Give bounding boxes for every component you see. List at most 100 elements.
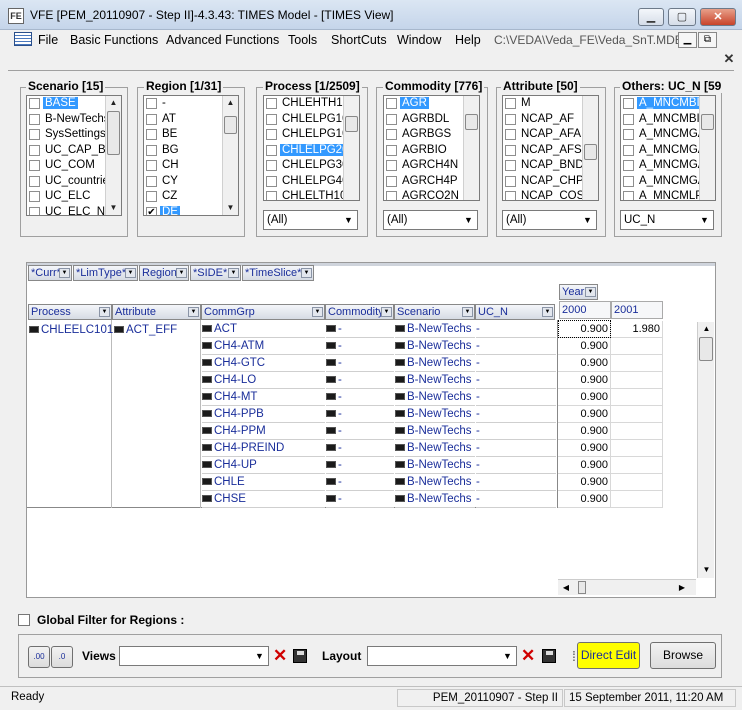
checkbox[interactable] (29, 160, 40, 171)
checkbox[interactable] (266, 144, 277, 156)
commgrp-cell[interactable]: CH4-PPB (202, 406, 325, 423)
value-cell-2000[interactable]: 0.900 (558, 491, 611, 508)
value-cell-2001[interactable] (611, 491, 663, 508)
checkbox[interactable] (623, 191, 634, 200)
checkbox[interactable] (623, 160, 634, 171)
value-cell-2000[interactable]: 0.900 (558, 389, 611, 406)
checkbox[interactable] (266, 191, 277, 200)
checkbox[interactable] (29, 144, 40, 156)
commgrp-cell[interactable]: CH4-MT (202, 389, 325, 406)
menu-basic-functions[interactable]: Basic Functions (70, 33, 158, 47)
commgrp-cell[interactable]: CHLE (202, 474, 325, 491)
filter-field-header[interactable]: *LimType* ▼ (73, 265, 138, 281)
checkbox[interactable] (29, 129, 40, 140)
checkbox[interactable] (623, 175, 634, 187)
collapse-icon[interactable] (326, 410, 336, 418)
filter-field-header[interactable]: Region ▼ (139, 265, 189, 281)
filter-field-header[interactable]: *SIDE* ▼ (190, 265, 241, 281)
collapse-icon[interactable] (202, 376, 212, 384)
row-field-header[interactable]: Process ▼ (28, 304, 112, 320)
checkbox[interactable] (386, 191, 397, 200)
uc-n-cell[interactable]: - (476, 372, 556, 389)
menu-tools[interactable]: Tools (288, 33, 317, 47)
checkbox[interactable] (29, 175, 40, 187)
scenario-cell[interactable]: B-NewTechs (395, 440, 475, 457)
checkbox[interactable] (386, 144, 397, 156)
delete-layout-icon[interactable]: ✕ (521, 646, 535, 666)
collapse-icon[interactable] (326, 427, 336, 435)
menu-window[interactable]: Window (397, 33, 441, 47)
checkbox[interactable] (386, 129, 397, 140)
column-field-year[interactable]: Year ▼ (559, 284, 598, 300)
system-menu-icon[interactable] (14, 32, 32, 46)
decrease-decimal-icon[interactable]: .0 (51, 646, 73, 668)
collapse-icon[interactable] (395, 478, 405, 486)
commodity-combo[interactable]: (All) ▼ (383, 210, 478, 230)
value-cell-2000[interactable]: 0.900 (558, 406, 611, 423)
value-cell-2000[interactable]: 0.900 (558, 440, 611, 457)
dropdown-icon[interactable]: ▼ (585, 287, 596, 297)
scenario-cell[interactable]: B-NewTechs (395, 457, 475, 474)
checkbox[interactable] (266, 175, 277, 187)
chevron-down-icon[interactable]: ▼ (696, 211, 713, 229)
dropdown-icon[interactable]: ▼ (228, 268, 239, 278)
collapse-icon[interactable] (326, 444, 336, 452)
save-layout-icon[interactable] (542, 649, 556, 663)
collapse-icon[interactable] (202, 342, 212, 350)
commodity-cell[interactable]: - (326, 389, 394, 406)
uc-n-cell[interactable]: - (476, 338, 556, 355)
collapse-icon[interactable] (395, 427, 405, 435)
others-listbox[interactable]: A_MNCMBIO A_MNCMBIO A_MNCMGA A_MNCMGA A_MNCM… (620, 95, 716, 201)
scenario-cell[interactable]: B-NewTechs (395, 338, 475, 355)
value-cell-2001[interactable] (611, 423, 663, 440)
minimize-button[interactable]: ▁ (638, 8, 664, 26)
value-cell-2000[interactable]: 0.900 (558, 457, 611, 474)
collapse-icon[interactable] (202, 393, 212, 401)
dropdown-icon[interactable]: ▼ (381, 307, 392, 317)
menu-shortcuts[interactable]: ShortCuts (331, 33, 387, 47)
commodity-cell[interactable]: - (326, 372, 394, 389)
uc-n-cell[interactable]: - (476, 491, 556, 508)
scenario-cell[interactable]: B-NewTechs (395, 355, 475, 372)
global-filter-checkbox[interactable] (18, 614, 30, 626)
collapse-icon[interactable] (395, 495, 405, 503)
scenario-cell[interactable]: B-NewTechs (395, 389, 475, 406)
collapse-icon[interactable] (326, 376, 336, 384)
commodity-cell[interactable]: - (326, 423, 394, 440)
commodity-cell[interactable]: - (326, 355, 394, 372)
checkbox[interactable] (386, 113, 397, 125)
scenario-cell[interactable]: B-NewTechs (395, 321, 475, 338)
menu-file[interactable]: File (38, 33, 58, 47)
scenario-listbox[interactable]: BASE B-NewTechs SysSettings UC_CAP_BN UC_COM… (26, 95, 122, 216)
collapse-icon[interactable] (202, 495, 212, 503)
commgrp-cell[interactable]: ACT (202, 321, 325, 338)
uc-n-cell[interactable]: - (476, 474, 556, 491)
commodity-cell[interactable]: - (326, 321, 394, 338)
dropdown-icon[interactable]: ▼ (312, 307, 323, 317)
commgrp-cell[interactable]: CHSE (202, 491, 325, 508)
scroll-down-icon[interactable]: ▼ (699, 563, 714, 577)
checkbox[interactable] (29, 113, 40, 125)
process-scrollbar[interactable] (343, 96, 359, 200)
collapse-icon[interactable] (202, 444, 212, 452)
value-cell-2001[interactable] (611, 474, 663, 491)
grid-horizontal-scrollbar[interactable]: ◀ ▶ (558, 579, 696, 595)
commgrp-cell[interactable]: CH4-ATM (202, 338, 325, 355)
checkbox[interactable] (146, 191, 157, 202)
dropdown-icon[interactable]: ▼ (542, 307, 553, 317)
chevron-down-icon[interactable]: ▼ (499, 647, 516, 665)
commgrp-cell[interactable]: CH4-UP (202, 457, 325, 474)
value-cell-2001[interactable] (611, 389, 663, 406)
collapse-icon[interactable] (395, 359, 405, 367)
checkbox[interactable] (386, 98, 397, 109)
uc-n-cell[interactable]: - (476, 457, 556, 474)
value-cell-2001[interactable] (611, 406, 663, 423)
collapse-icon[interactable] (202, 427, 212, 435)
checkbox[interactable] (623, 98, 634, 109)
collapse-icon[interactable] (395, 342, 405, 350)
commodity-cell[interactable]: - (326, 440, 394, 457)
checkbox[interactable] (29, 206, 40, 215)
collapse-icon[interactable] (29, 326, 39, 334)
commodity-cell[interactable]: - (326, 474, 394, 491)
menu-help[interactable]: Help (455, 33, 481, 47)
